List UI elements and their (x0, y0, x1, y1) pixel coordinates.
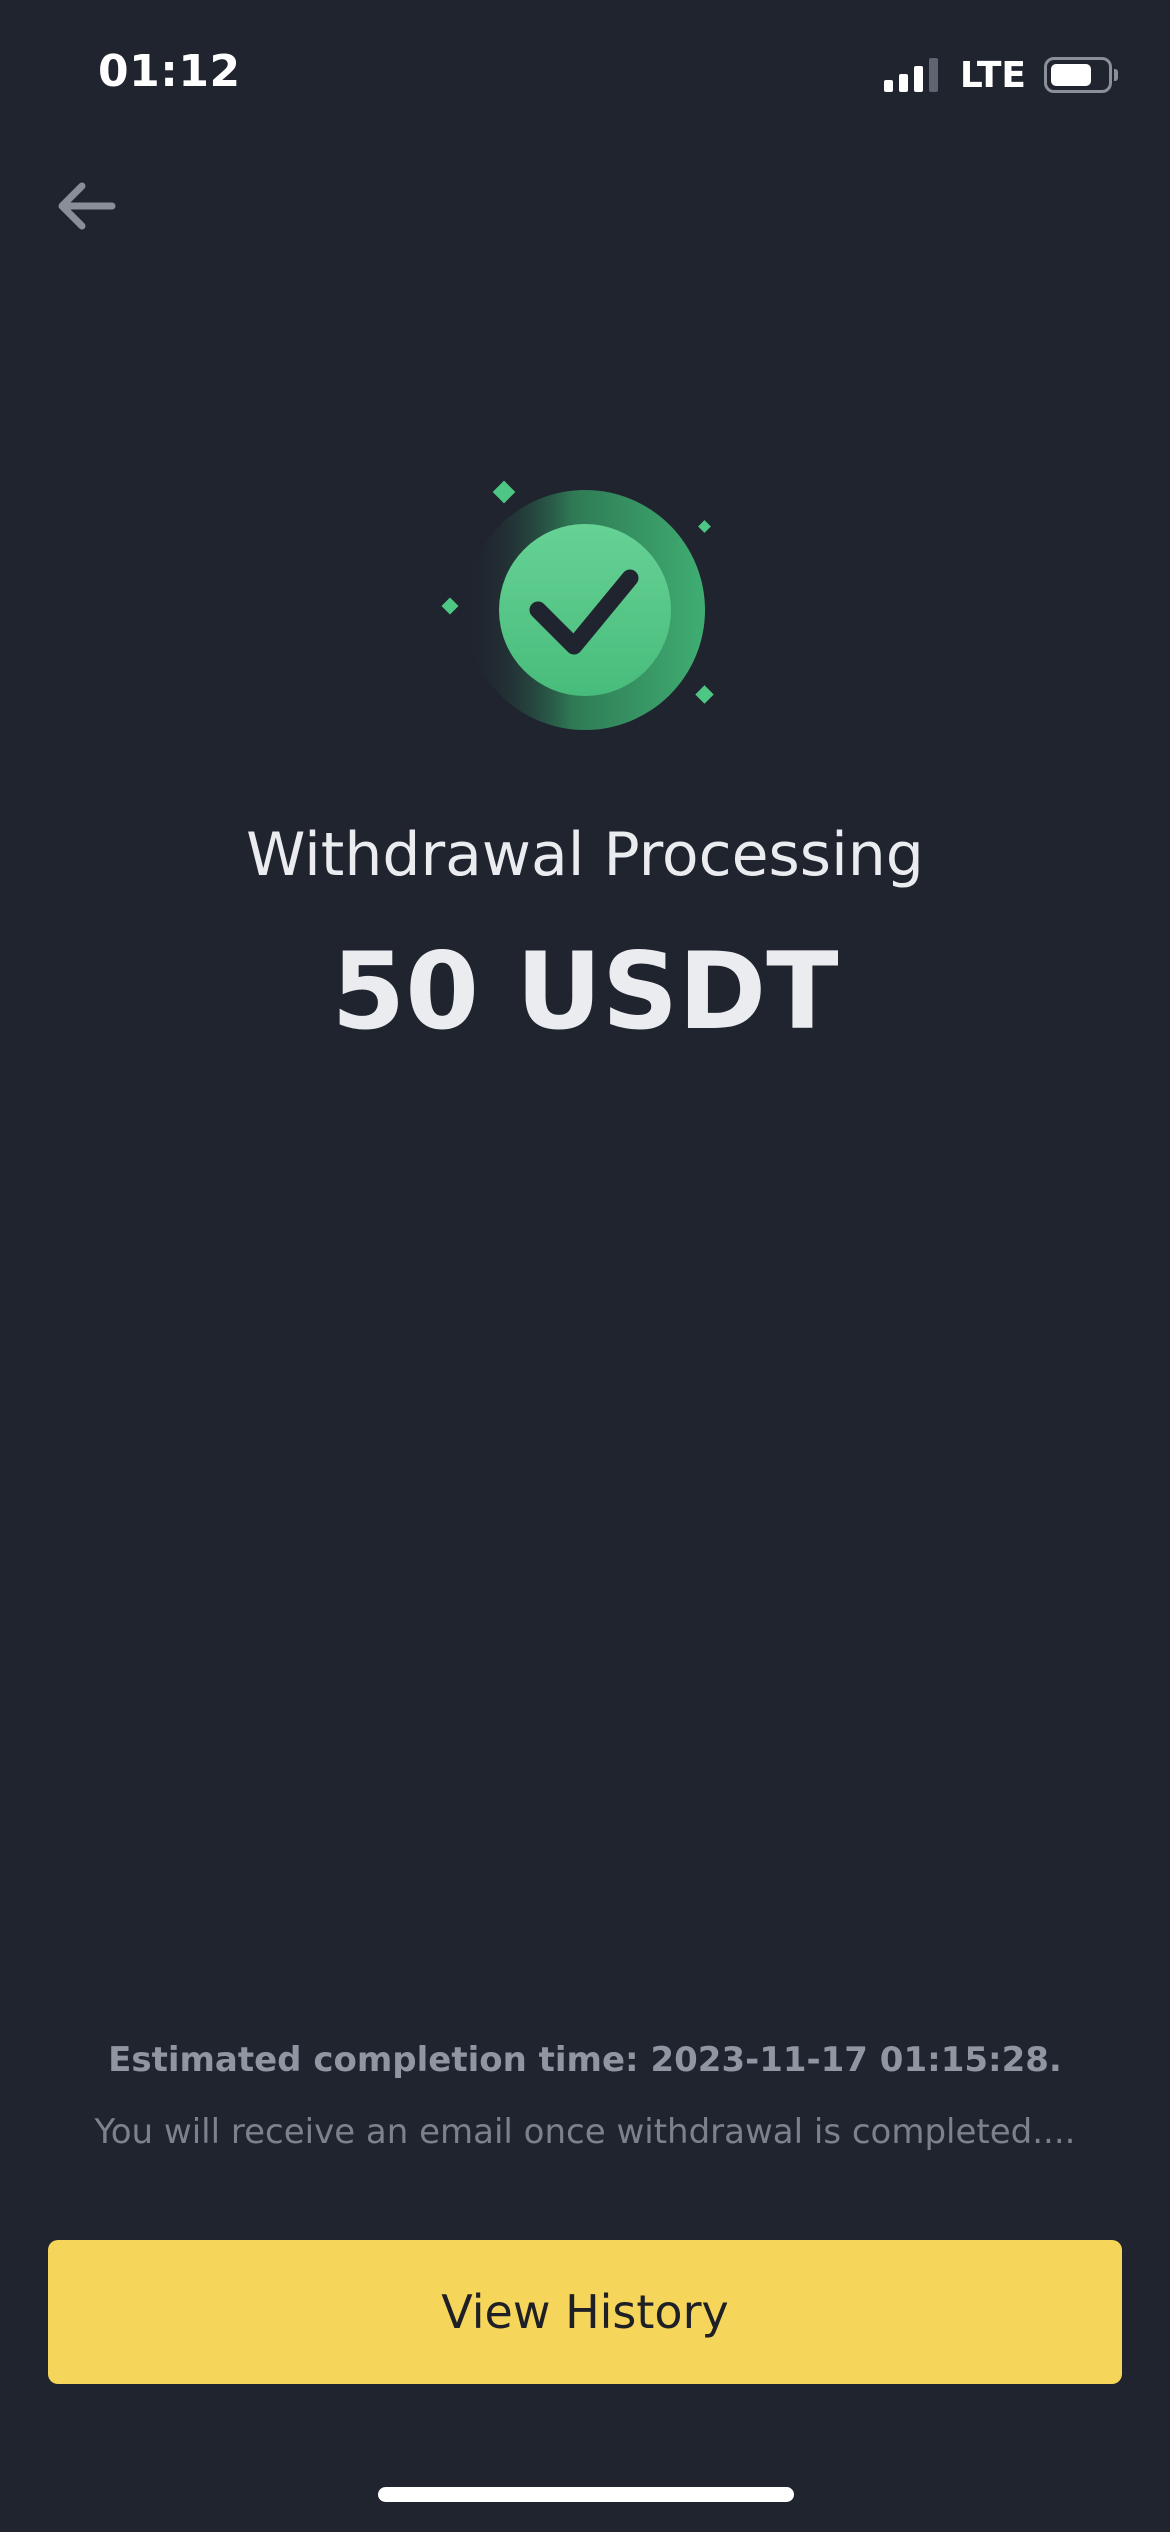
success-check-icon (430, 470, 740, 750)
status-bar-right: LTE (883, 52, 1118, 98)
home-indicator[interactable] (378, 2487, 794, 2502)
battery-icon (1044, 57, 1118, 93)
view-history-button[interactable]: View History (48, 2240, 1122, 2384)
page-title: Withdrawal Processing (246, 820, 924, 890)
signal-icon (883, 58, 938, 92)
status-time: 01:12 (98, 46, 241, 97)
email-note-text: You will receive an email once withdrawa… (94, 2112, 1076, 2152)
network-type: LTE (959, 54, 1026, 96)
back-button[interactable] (50, 176, 120, 236)
withdrawal-amount: 50 USDT (331, 930, 839, 1053)
back-arrow-icon (58, 182, 116, 230)
estimated-completion-text: Estimated completion time: 2023-11-17 01… (108, 2040, 1062, 2080)
